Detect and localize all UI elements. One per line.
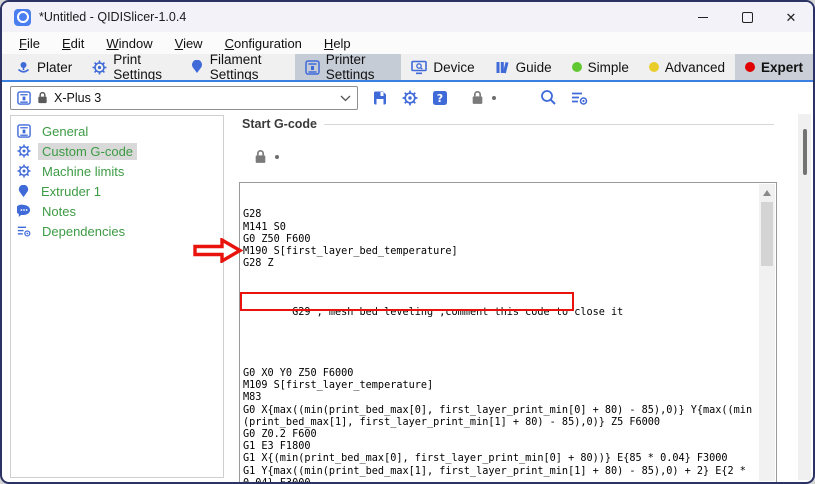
lock-icon bbox=[470, 90, 485, 105]
tab-device[interactable]: Device bbox=[401, 54, 484, 80]
gcode-lines-before: G28 M141 S0 G0 Z50 F600 M190 S[first_lay… bbox=[243, 209, 757, 270]
gcode-content: G28 M141 S0 G0 Z50 F600 M190 S[first_lay… bbox=[243, 185, 757, 482]
tab-print-settings[interactable]: Print Settings bbox=[82, 54, 179, 80]
textarea-scrollbar[interactable] bbox=[759, 184, 775, 481]
settings-list-icon bbox=[571, 90, 588, 106]
search-icon bbox=[540, 89, 557, 106]
gear-icon bbox=[402, 90, 418, 106]
save-icon bbox=[372, 90, 388, 106]
menu-configuration[interactable]: Configuration bbox=[214, 36, 313, 51]
menu-window[interactable]: Window bbox=[95, 36, 163, 51]
help-button[interactable]: ? bbox=[432, 90, 448, 106]
maximize-button[interactable] bbox=[725, 2, 769, 32]
sidebar-item-machine-limits[interactable]: Machine limits bbox=[11, 161, 223, 181]
lock-icon bbox=[253, 149, 268, 164]
simple-dot-icon bbox=[572, 62, 582, 72]
mode-advanced[interactable]: Advanced bbox=[639, 54, 735, 80]
app-window: *Untitled - QIDISlicer-1.0.4 ✕ File Edit… bbox=[0, 0, 815, 484]
group-title: Start G-code bbox=[242, 117, 317, 131]
mode-expert[interactable]: Expert bbox=[735, 54, 813, 80]
printer-preset-combobox[interactable]: X-Plus 3 bbox=[10, 86, 358, 110]
question-icon: ? bbox=[432, 90, 448, 106]
notes-icon bbox=[17, 204, 31, 218]
scroll-up-icon bbox=[763, 190, 771, 196]
expert-dot-icon bbox=[745, 62, 755, 72]
menu-help[interactable]: Help bbox=[313, 36, 362, 51]
option-lock-row[interactable] bbox=[253, 149, 279, 164]
dependencies-icon bbox=[17, 224, 31, 238]
gear-icon bbox=[92, 60, 107, 75]
preset-settings-button[interactable] bbox=[402, 90, 418, 106]
device-icon bbox=[411, 60, 427, 75]
modified-dot-icon bbox=[275, 155, 279, 159]
page-scrollbar[interactable] bbox=[798, 114, 811, 480]
menu-edit[interactable]: Edit bbox=[51, 36, 95, 51]
printer-icon bbox=[17, 124, 31, 138]
close-button[interactable]: ✕ bbox=[769, 2, 813, 32]
gear-icon bbox=[17, 144, 31, 158]
menu-bar: File Edit Window View Configuration Help bbox=[2, 32, 813, 54]
chevron-down-icon bbox=[340, 94, 351, 102]
minimize-button[interactable] bbox=[681, 2, 725, 32]
page-scroll-thumb[interactable] bbox=[803, 129, 807, 175]
printer-icon bbox=[17, 91, 31, 105]
filament-icon bbox=[190, 60, 204, 74]
save-preset-button[interactable] bbox=[372, 90, 388, 106]
lock-icon bbox=[36, 91, 49, 104]
menu-view[interactable]: View bbox=[164, 36, 214, 51]
mode-simple[interactable]: Simple bbox=[562, 54, 639, 80]
menu-file[interactable]: File bbox=[8, 36, 51, 51]
compare-presets-button[interactable] bbox=[571, 90, 588, 106]
lock-dot-icon bbox=[492, 96, 496, 100]
minimize-icon bbox=[698, 17, 708, 18]
annotation-arrow-icon bbox=[193, 238, 243, 263]
sidebar-item-dependencies[interactable]: Dependencies bbox=[11, 221, 223, 241]
window-title: *Untitled - QIDISlicer-1.0.4 bbox=[39, 10, 186, 24]
app-logo-icon bbox=[14, 9, 31, 26]
printer-icon bbox=[305, 60, 320, 75]
sidebar-item-custom-gcode[interactable]: Custom G-code bbox=[11, 141, 223, 161]
group-divider bbox=[324, 124, 774, 125]
maximize-icon bbox=[742, 12, 753, 23]
preset-toolbar: X-Plus 3 ? bbox=[2, 82, 813, 113]
lock-settings-button[interactable] bbox=[470, 90, 496, 105]
tab-plater[interactable]: Plater bbox=[6, 54, 82, 80]
guide-icon bbox=[495, 60, 510, 75]
printer-preset-value: X-Plus 3 bbox=[54, 91, 335, 105]
start-gcode-textarea[interactable]: G28 M141 S0 G0 Z50 F600 M190 S[first_lay… bbox=[239, 182, 777, 483]
sidebar-item-general[interactable]: General bbox=[11, 121, 223, 141]
close-icon: ✕ bbox=[786, 11, 797, 24]
mode-group: Simple Advanced Expert bbox=[562, 54, 813, 80]
tab-filament-settings[interactable]: Filament Settings bbox=[180, 54, 295, 80]
filament-icon bbox=[17, 185, 30, 198]
gcode-highlighted-line: G29 ; mesh bed leveling ,comment this co… bbox=[243, 295, 757, 344]
textarea-scroll-thumb[interactable] bbox=[761, 202, 773, 266]
plater-icon bbox=[16, 60, 31, 75]
gcode-lines-after: G0 X0 Y0 Z50 F6000 M109 S[first_layer_te… bbox=[243, 368, 757, 483]
search-button[interactable] bbox=[540, 89, 557, 106]
settings-sidebar: General Custom G-code Machine limits Ext… bbox=[10, 115, 224, 478]
advanced-dot-icon bbox=[649, 62, 659, 72]
svg-text:?: ? bbox=[437, 92, 443, 105]
tab-guide[interactable]: Guide bbox=[485, 54, 562, 80]
tab-bar: Plater Print Settings Filament Settings … bbox=[2, 54, 813, 80]
gear-icon bbox=[17, 164, 31, 178]
title-bar: *Untitled - QIDISlicer-1.0.4 ✕ bbox=[2, 2, 813, 32]
sidebar-item-notes[interactable]: Notes bbox=[11, 201, 223, 221]
gcode-group-header: Start G-code bbox=[242, 117, 774, 131]
sidebar-item-extruder-1[interactable]: Extruder 1 bbox=[11, 181, 223, 201]
tab-printer-settings[interactable]: Printer Settings bbox=[295, 54, 402, 80]
